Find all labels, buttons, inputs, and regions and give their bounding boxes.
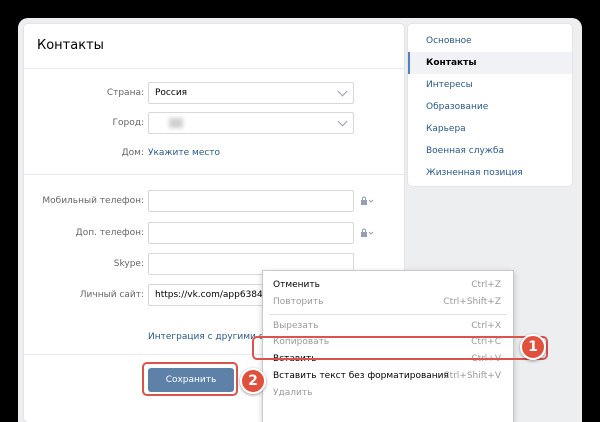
nav-item-career[interactable]: Карьера [408,118,572,140]
home-place-link[interactable]: Укажите место [148,148,220,158]
menu-item-label: Удалить [273,388,313,398]
nav-item-life-position[interactable]: Жизненная позиция [408,162,572,184]
menu-item-label: Вырезать [273,321,319,331]
nav-item-main[interactable]: Основное [408,30,572,52]
mobile-phone-input[interactable] [148,190,354,212]
privacy-lock-icon[interactable] [360,228,374,238]
menu-separator [269,314,507,315]
nav-item-military[interactable]: Военная служба [408,140,572,162]
country-select[interactable]: Россия [148,82,354,104]
menu-item-paste-plain[interactable]: Вставить текст без форматирования Ctrl+S… [263,368,513,385]
menu-item-shortcut: Ctrl+Z [471,280,501,290]
menu-item-shortcut: Ctrl+X [471,321,501,331]
extra-phone-label: Доп. телефон: [75,228,144,238]
menu-item-shortcut: Ctrl+Shift+V [443,371,501,381]
section-divider [24,174,404,175]
menu-item-label: Вставить текст без форматирования [273,371,449,381]
page-title: Контакты [37,38,104,53]
nav-item-education[interactable]: Образование [408,96,572,118]
settings-nav: Основное Контакты Интересы Образование К… [408,24,572,186]
site-label: Личный сайт: [79,290,144,300]
step-badge-1: 1 [520,334,546,360]
city-label: Город: [112,118,144,128]
chevron-down-icon [337,116,348,127]
menu-item-delete[interactable]: Удалить [263,385,513,402]
menu-item-cut[interactable]: Вырезать Ctrl+X [263,318,513,335]
home-label: Дом: [121,148,144,158]
menu-item-shortcut: Ctrl+Shift+Z [443,297,501,307]
privacy-lock-icon[interactable] [360,196,374,206]
menu-item-redo[interactable]: Повторить Ctrl+Shift+Z [263,294,513,311]
site-value: https://vk.com/app638461 [155,290,275,300]
browser-window: Контакты Страна: Россия Город: Дом: Укаж… [18,18,582,422]
city-select[interactable] [148,112,354,134]
save-highlight [142,362,238,396]
paste-highlight [252,336,548,360]
nav-item-contacts[interactable]: Контакты [408,52,572,74]
skype-label: Skype: [113,259,144,269]
city-value-blurred [169,118,183,128]
extra-phone-input[interactable] [148,222,354,244]
menu-item-label: Отменить [273,280,320,290]
step-badge-2: 2 [240,368,266,394]
mobile-phone-label: Мобильный телефон: [42,196,144,206]
menu-item-label: Повторить [273,297,324,307]
nav-item-interests[interactable]: Интересы [408,74,572,96]
country-value: Россия [155,88,188,98]
country-label: Страна: [106,88,144,98]
chevron-down-icon [337,86,348,97]
menu-item-undo[interactable]: Отменить Ctrl+Z [263,277,513,294]
card-header: Контакты [24,24,404,69]
